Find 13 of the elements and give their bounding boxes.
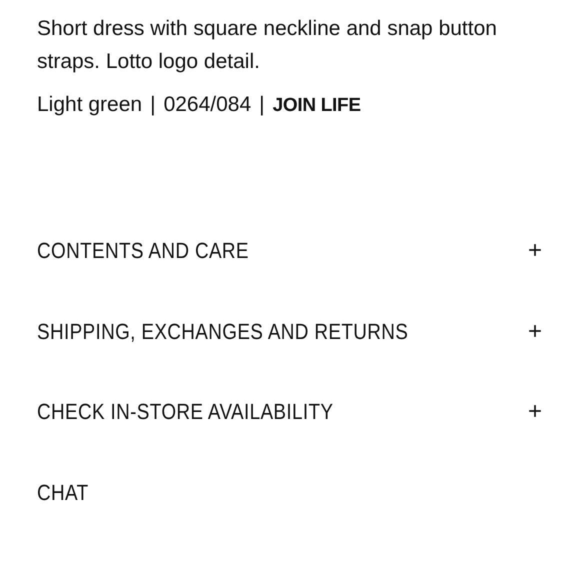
section-heading[interactable]: SHIPPING, EXCHANGES AND RETURNS [37,318,408,345]
reference-number: 0264/084 [164,92,252,118]
separator: | [150,92,156,118]
product-description: Short dress with square neckline and snap button straps. Lotto logo detail. [37,16,498,75]
section-heading[interactable]: CHECK IN-STORE AVAILABILITY [37,399,334,426]
section-heading[interactable]: CHAT [37,480,88,506]
color-name: Light green [37,92,142,118]
section-heading[interactable]: CONTENTS AND CARE [37,238,249,264]
join-life-label: JOIN LIFE [272,94,361,118]
expand-button[interactable]: + [522,237,542,266]
expand-button[interactable]: + [522,398,542,426]
expand-button[interactable]: + [522,318,542,346]
separator: | [259,92,265,118]
